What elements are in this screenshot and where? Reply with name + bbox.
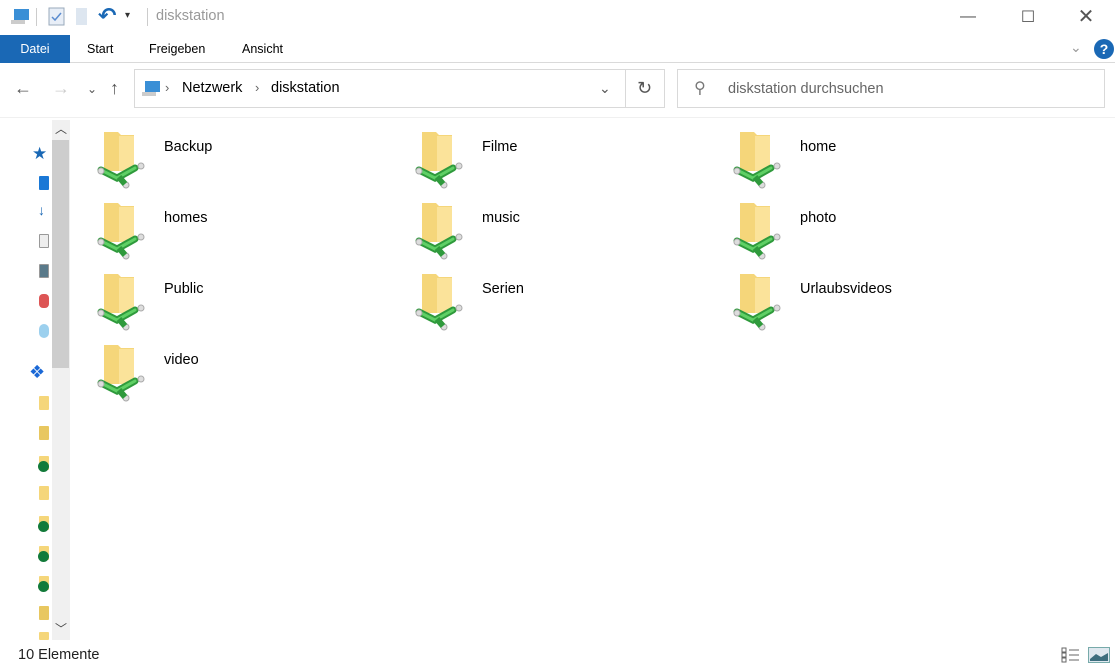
chevron-right-icon: › [255, 80, 260, 95]
downloads-icon[interactable]: ↓ [38, 202, 45, 218]
address-history-dropdown[interactable]: ⌄ [599, 80, 611, 97]
forward-button[interactable]: → [52, 78, 70, 99]
app-icon[interactable] [39, 294, 49, 308]
tab-datei[interactable]: Datei [0, 35, 70, 63]
item-name: video [164, 352, 199, 368]
status-item-count: 10 Elemente [18, 647, 100, 663]
item-name: Public [164, 281, 204, 297]
item-name: Filme [482, 139, 518, 155]
sync-check-icon [38, 581, 49, 592]
shared-folder-icon [97, 345, 145, 402]
quick-access-star-icon[interactable]: ★ [32, 144, 47, 164]
tab-start[interactable]: Start [87, 35, 113, 63]
network-share-item[interactable]: homes [97, 201, 397, 271]
search-input[interactable]: ⚲ diskstation durchsuchen [677, 69, 1105, 108]
help-button[interactable]: ? [1094, 39, 1114, 59]
details-view-icon[interactable] [1061, 647, 1081, 663]
properties-icon[interactable] [48, 7, 66, 26]
expand-ribbon-icon[interactable]: ⌄ [1070, 39, 1082, 56]
shared-folder-icon [733, 132, 781, 189]
shared-folder-icon [415, 203, 463, 260]
folder-icon[interactable] [39, 632, 49, 640]
network-share-item[interactable]: Urlaubsvideos [733, 272, 1033, 342]
sync-check-icon [38, 461, 49, 472]
network-share-item[interactable]: music [415, 201, 715, 271]
maximize-button[interactable]: ☐ [1005, 0, 1051, 33]
shared-folder-icon [733, 274, 781, 331]
desktop-icon[interactable] [39, 176, 49, 190]
shared-folder-icon [415, 274, 463, 331]
network-share-item[interactable]: Backup [97, 130, 397, 200]
shared-folder-icon [733, 203, 781, 260]
network-share-item[interactable]: Filme [415, 130, 715, 200]
sync-check-icon [38, 551, 49, 562]
computer-icon [11, 9, 29, 24]
documents-icon[interactable] [39, 234, 49, 248]
shared-folder-icon [97, 132, 145, 189]
shared-folder-icon [97, 274, 145, 331]
cloud-icon[interactable] [39, 324, 49, 338]
search-icon: ⚲ [694, 80, 706, 97]
customize-quick-access-icon[interactable]: ▾ [125, 10, 130, 21]
scroll-down-icon[interactable]: ﹀ [55, 620, 67, 637]
item-name: Backup [164, 139, 213, 155]
breadcrumb-diskstation[interactable]: diskstation [271, 80, 340, 96]
address-bar[interactable]: › Netzwerk › diskstation ⌄ [134, 69, 626, 108]
back-button[interactable]: ← [14, 78, 32, 99]
breadcrumb-netzwerk[interactable]: Netzwerk [182, 80, 242, 96]
item-name: music [482, 210, 520, 226]
folder-icon[interactable] [39, 396, 49, 410]
scroll-up-icon[interactable]: ︿ [55, 120, 67, 137]
network-share-item[interactable]: video [97, 343, 397, 413]
network-share-item[interactable]: Public [97, 272, 397, 342]
window-title: diskstation [156, 8, 225, 24]
title-bar: ↶ ▾ diskstation — ☐ ✕ [0, 0, 1115, 34]
item-name: Urlaubsvideos [800, 281, 892, 297]
minimize-button[interactable]: — [945, 0, 991, 33]
pictures-icon[interactable] [39, 264, 49, 278]
search-placeholder: diskstation durchsuchen [728, 81, 884, 97]
item-name: home [800, 139, 837, 155]
recent-locations-button[interactable]: ⌄ [87, 82, 97, 96]
item-name: homes [164, 210, 208, 226]
undo-icon[interactable]: ↶ [98, 3, 116, 29]
tab-ansicht[interactable]: Ansicht [242, 35, 283, 63]
shared-folder-icon [415, 132, 463, 189]
network-computer-icon [142, 81, 160, 96]
folder-icon[interactable] [39, 426, 49, 440]
large-icons-view-icon[interactable] [1088, 647, 1110, 663]
new-folder-icon[interactable] [75, 7, 89, 26]
sync-check-icon [38, 521, 49, 532]
divider [0, 117, 1115, 118]
item-name: photo [800, 210, 837, 226]
network-share-item[interactable]: home [733, 130, 1033, 200]
folder-icon[interactable] [39, 606, 49, 620]
item-name: Serien [482, 281, 524, 297]
folder-icon[interactable] [39, 486, 49, 500]
scrollbar-thumb[interactable] [52, 140, 69, 368]
ribbon-tabs: Datei Start Freigeben Ansicht ⌄ ? [0, 35, 1115, 63]
up-button[interactable]: ↑ [110, 78, 119, 99]
close-button[interactable]: ✕ [1063, 0, 1109, 33]
chevron-right-icon: › [165, 80, 170, 95]
network-share-item[interactable]: photo [733, 201, 1033, 271]
network-share-item[interactable]: Serien [415, 272, 715, 342]
dropbox-icon[interactable]: ❖ [29, 362, 45, 383]
shared-folder-icon [97, 203, 145, 260]
refresh-button[interactable]: ↻ [625, 69, 665, 108]
tab-freigeben[interactable]: Freigeben [149, 35, 205, 63]
